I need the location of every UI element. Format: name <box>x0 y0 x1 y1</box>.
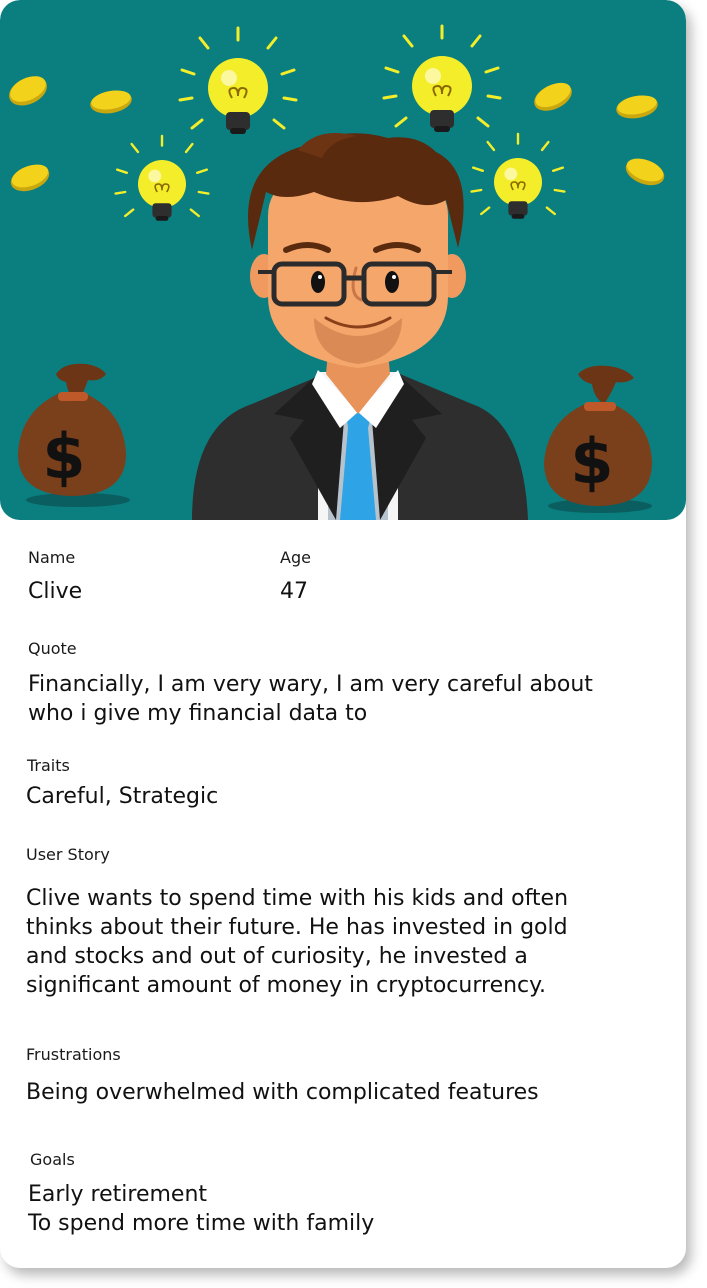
goals-list: Early retirement To spend more time with… <box>28 1180 374 1238</box>
frustrations-label: Frustrations <box>26 1045 121 1064</box>
quote-label: Quote <box>28 639 77 658</box>
quote-text: Financially, I am very wary, I am very c… <box>28 670 593 728</box>
dollar-sign: $ <box>570 425 613 498</box>
persona-illustration: $ $ <box>0 0 686 520</box>
quote-line: who i give my financial data to <box>28 701 368 726</box>
dollar-sign: $ <box>42 420 85 493</box>
user-story-line: thinks about their future. He has invest… <box>26 915 568 940</box>
frustrations-value: Being overwhelmed with complicated featu… <box>26 1080 539 1105</box>
user-story-text: Clive wants to spend time with his kids … <box>26 884 568 1000</box>
age-value: 47 <box>280 579 308 604</box>
user-story-line: and stocks and out of curiosity, he inve… <box>26 944 528 969</box>
traits-value: Careful, Strategic <box>26 784 219 809</box>
user-story-line: Clive wants to spend time with his kids … <box>26 886 569 911</box>
age-label: Age <box>280 548 311 567</box>
user-story-line: significant amount of money in cryptocur… <box>26 973 547 998</box>
persona-card: $ $ Name Clive Age 47 Quote Financially,… <box>0 0 686 1268</box>
name-label: Name <box>28 548 76 567</box>
goals-label: Goals <box>30 1150 75 1169</box>
user-story-label: User Story <box>26 845 110 864</box>
traits-label: Traits <box>27 756 70 775</box>
quote-line: Financially, I am very wary, I am very c… <box>28 672 593 697</box>
goal-item: To spend more time with family <box>28 1211 375 1236</box>
goal-item: Early retirement <box>28 1182 208 1207</box>
name-value: Clive <box>28 579 83 604</box>
